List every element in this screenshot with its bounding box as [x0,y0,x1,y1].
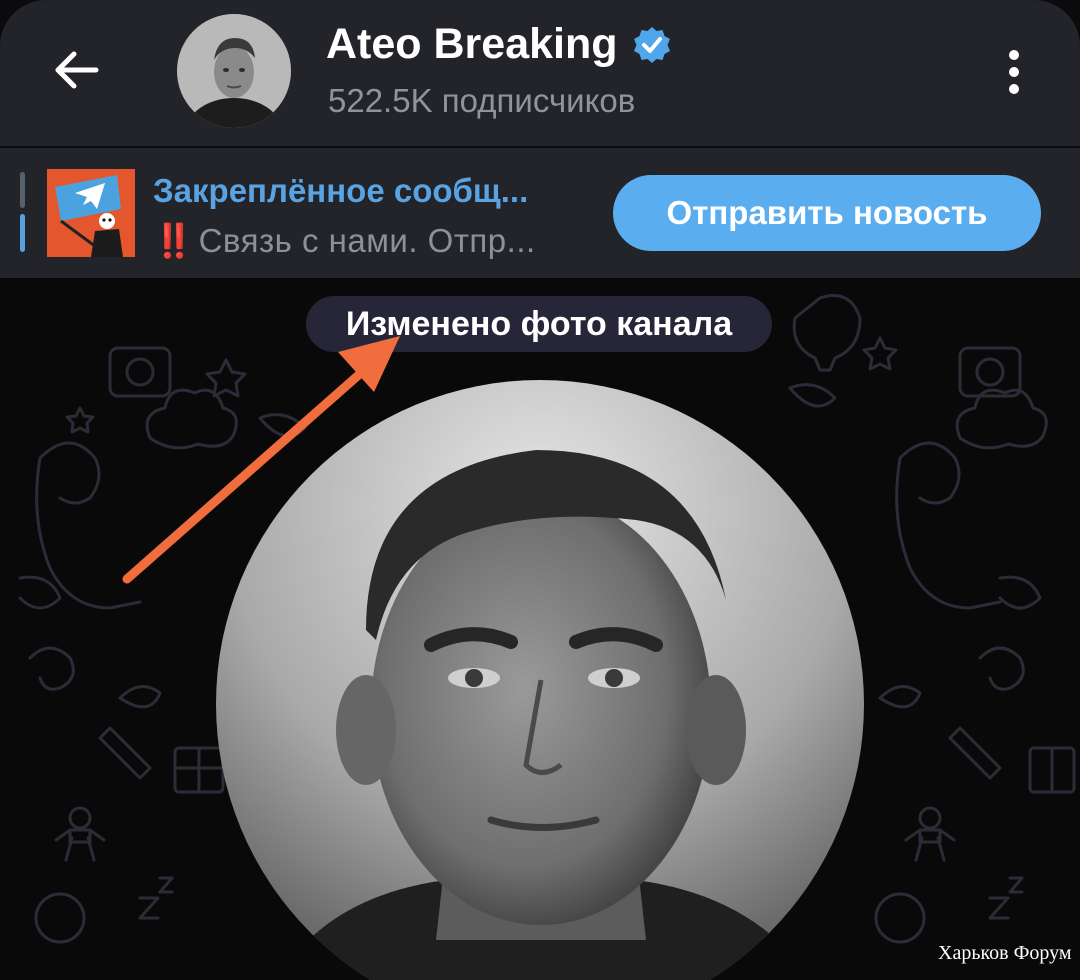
pinned-preview: ‼️ Связь с нами. Отпр... [153,222,536,261]
channel-header: Ateo Breaking 522.5K подписчиков [0,0,1080,146]
avatar-portrait [177,14,291,128]
arrow-left-icon [55,51,99,89]
watermark: Харьков Форум [938,942,1072,964]
pin-indicator-active [20,214,25,252]
send-news-button[interactable]: Отправить новость [613,175,1041,251]
verified-badge-icon [633,26,670,63]
more-vertical-icon [1009,50,1019,60]
pinned-preview-text: Связь с нами. Отпр... [198,222,536,259]
pinned-title: Закреплённое сообщ... [153,172,529,209]
telegram-flag-icon [47,169,135,257]
pin-indicator [20,172,25,208]
pinned-thumbnail [47,169,135,257]
double-exclamation-icon: ‼️ [153,222,195,259]
back-button[interactable] [44,38,108,102]
more-options-button[interactable] [990,40,1038,104]
chat-area: Изменено фото канала [0,278,1080,980]
subscriber-count: 522.5K подписчиков [328,82,636,119]
service-message: Изменено фото канала [306,296,772,352]
channel-title[interactable]: Ateo Breaking [326,20,672,69]
pinned-message-bar[interactable]: Закреплённое сообщ... ‼️ Связь с нами. От… [0,148,1080,278]
channel-avatar[interactable] [177,14,291,128]
telegram-channel-screen: Ateo Breaking 522.5K подписчиков Закрепл… [0,0,1080,980]
channel-name: Ateo Breaking [326,20,618,68]
